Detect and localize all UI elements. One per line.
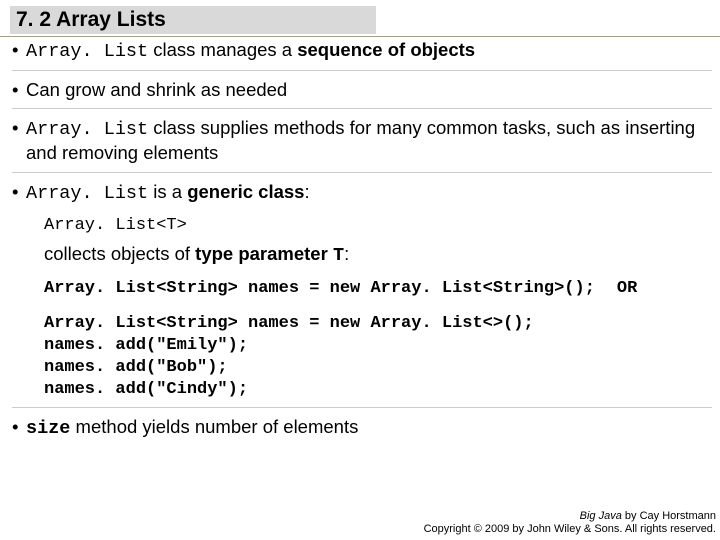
code-line: Array. List<String> names = new Array. L… (44, 313, 712, 335)
text: is a (148, 181, 187, 202)
text: : (344, 243, 349, 264)
generic-example: Array. List<T> (44, 215, 712, 237)
collects-line: collects objects of type parameter T: (44, 242, 712, 267)
footer-line-1: Big Java by Cay Horstmann (424, 510, 716, 523)
code-token: Array. List (26, 41, 148, 62)
bullet-5: size method yields number of elements (12, 407, 712, 447)
code-token: Array. List (26, 183, 148, 204)
text-bold: sequence of objects (297, 39, 475, 60)
slide-content: Array. List class manages a sequence of … (12, 36, 712, 447)
text-bold: generic class (187, 181, 304, 202)
code-token: size (26, 418, 70, 439)
bullet-2: Can grow and shrink as needed (12, 70, 712, 108)
text-bold: type parameter (195, 243, 333, 264)
code-example-1: Array. List<String> names = new Array. L… (44, 278, 712, 300)
bullet-list: Array. List class manages a sequence of … (12, 36, 712, 447)
copyright-footer: Big Java by Cay Horstmann Copyright © 20… (424, 510, 716, 536)
code-line: names. add("Emily"); (44, 335, 712, 357)
code-token: Array. List (26, 119, 148, 140)
section-heading: 7. 2 Array Lists (10, 6, 376, 34)
code-line: Array. List<String> names = new Array. L… (44, 279, 595, 298)
text: collects objects of (44, 243, 195, 264)
bullet-4: Array. List is a generic class: Array. L… (12, 172, 712, 408)
bullet-3: Array. List class supplies methods for m… (12, 108, 712, 171)
code-line: Array. List<T> (44, 216, 187, 235)
text: method yields number of elements (70, 416, 358, 437)
text: class manages a (148, 39, 297, 60)
text: : (304, 181, 309, 202)
code-token: T (333, 245, 344, 266)
or-label: OR (617, 279, 637, 298)
author: by Cay Horstmann (622, 510, 716, 522)
code-line: names. add("Bob"); (44, 357, 712, 379)
bullet-1: Array. List class manages a sequence of … (12, 36, 712, 70)
book-title: Big Java (580, 510, 622, 522)
code-line: names. add("Cindy"); (44, 379, 712, 401)
code-example-2: Array. List<String> names = new Array. L… (44, 313, 712, 400)
footer-line-2: Copyright © 2009 by John Wiley & Sons. A… (424, 523, 716, 536)
heading-text: 7. 2 Array Lists (16, 8, 166, 31)
text: Can grow and shrink as needed (26, 79, 287, 100)
